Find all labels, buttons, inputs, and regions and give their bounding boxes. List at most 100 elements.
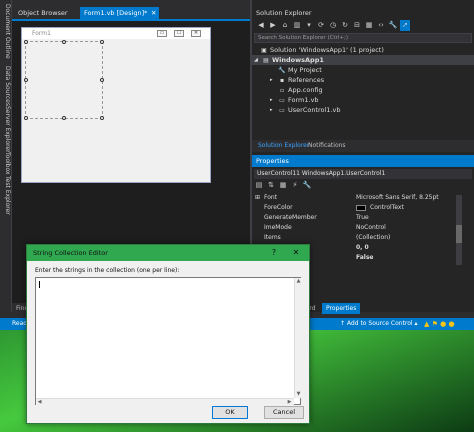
solution-explorer-title: Solution Explorer [256,9,312,17]
tree-item-label: WindowsApp1 [272,56,324,64]
back-icon[interactable]: ◀ [256,20,266,31]
resize-handle-top[interactable] [62,40,66,44]
solution-tree-item[interactable]: ◢ ▤ WindowsApp1 [252,55,474,65]
preview-icon[interactable]: ➚ [400,20,410,31]
solution-tree-item[interactable]: ▸ ▭ UserControl1.vb [252,105,474,115]
solution-explorer-toolbar: ◀ ▶ ⌂ ▥ ▾ ⟳ ◷ ↻ ⊟ ▦ ‹› 🔧 ➚ [252,20,474,32]
property-row[interactable]: Items (Collection) [252,233,474,243]
resize-handle-right[interactable] [100,78,104,82]
pending-changes-icon[interactable]: ▾ [304,20,314,31]
property-row[interactable]: ⊞ Font Microsoft Sans Serif, 8.25pt [252,193,474,203]
property-value[interactable]: 0, 0 [356,243,369,253]
close-icon[interactable]: ✕ [191,30,201,37]
property-name: GenerateMember [264,214,317,221]
property-row[interactable]: ImeMode NoControl [252,223,474,233]
cancel-button[interactable]: Cancel [264,406,304,419]
properties-wrench-icon[interactable]: 🔧 [388,20,398,31]
forward-icon[interactable]: ▶ [268,20,278,31]
properties-title: Properties [252,155,474,167]
property-name: ForeColor [264,204,293,211]
show-all-files-icon[interactable]: ▦ [364,20,374,31]
expand-arrow-icon[interactable]: ▸ [270,105,273,115]
property-row[interactable]: GenerateMember True [252,213,474,223]
history-icon[interactable]: ◷ [328,20,338,31]
tab-close-icon[interactable]: ✕ [148,7,160,19]
expand-arrow-icon[interactable]: ▸ [270,95,273,105]
tree-item-label: UserControl1.vb [288,106,341,114]
solution-tree-item[interactable]: ▸ ▭ Form1.vb [252,95,474,105]
solution-tree-item[interactable]: 🔧 My Project [252,65,474,75]
solution-tree-item[interactable]: ▸ ▪ References [252,75,474,85]
resize-handle-bottom[interactable] [62,116,66,120]
tree-item-label: References [288,76,325,84]
expand-arrow-icon[interactable]: ▸ [270,75,273,85]
solution-tree-item[interactable]: ▫ App.config [252,85,474,95]
resize-handle-top-right[interactable] [100,40,104,44]
side-tab-server-explorer[interactable]: Server Explorer [1,106,11,153]
property-value[interactable]: ControlText [370,203,404,213]
text-caret [39,281,40,288]
collapse-all-icon[interactable]: ⊟ [352,20,362,31]
tab-object-browser[interactable]: Object Browser [14,7,72,19]
properties-scrollbar-thumb[interactable] [456,225,462,243]
maximize-icon[interactable]: ☐ [174,30,184,37]
refresh-icon[interactable]: ↻ [340,20,350,31]
side-tab-data-sources[interactable]: Data Sources [1,66,11,106]
properties-object-selector[interactable]: UserControl11 WindowsApp1.UserControl1 [254,169,472,179]
property-value[interactable]: (Collection) [356,233,390,243]
dialog-instructions: Enter the strings in the collection (one… [35,267,180,274]
tab-notifications[interactable]: Notifications [304,140,350,151]
properties-toolbar: ▤ ⇅ ▦ ⚡ 🔧 [254,180,472,191]
resize-handle-top-left[interactable] [24,40,28,44]
status-icons[interactable]: ▲ ⚑ ● ● [424,318,455,330]
property-name: Font [264,194,278,201]
scroll-right-icon[interactable]: ▶ [286,399,293,406]
side-tool-tabs: Document Outline Data Sources Server Exp… [0,0,12,312]
add-to-source-control-button[interactable]: ↑ Add to Source Control ▴ [340,318,418,330]
form1-preview[interactable]: Form1 ▭ ☐ ✕ [21,27,211,183]
textarea-horizontal-scrollbar[interactable]: ◀ ▶ [36,398,294,405]
side-tab-document-outline[interactable]: Document Outline [1,4,11,59]
scroll-down-icon[interactable]: ▼ [295,391,302,398]
home-icon[interactable]: ⌂ [280,20,290,31]
resize-handle-bottom-left[interactable] [24,116,28,120]
alphabetical-icon[interactable]: ⇅ [266,180,276,191]
solution-tree-item[interactable]: ▣ Solution 'WindowsApp1' (1 project) [252,45,474,55]
minimize-icon[interactable]: ▭ [157,30,167,37]
view-code-icon[interactable]: ‹› [376,20,386,31]
side-tab-toolbox[interactable]: Toolbox [1,152,11,175]
dialog-close-icon[interactable]: ✕ [289,245,303,261]
help-icon[interactable]: ? [267,245,281,261]
textarea-vertical-scrollbar[interactable]: ▲ ▼ [294,278,301,398]
side-tab-test-explorer[interactable]: Test Explorer [1,176,11,215]
switch-views-icon[interactable]: ▥ [292,20,302,31]
tab-properties[interactable]: Properties [322,303,361,314]
string-collection-editor-dialog: String Collection Editor ? ✕ Enter the s… [26,244,310,424]
sync-icon[interactable]: ⟳ [316,20,326,31]
document-tabs: Object Browser Form1.vb [Design]* ✕ [12,7,250,19]
user-control-selection[interactable] [24,40,104,120]
resize-handle-bottom-right[interactable] [100,116,104,120]
strings-textarea[interactable]: ▲ ▼ ◀ ▶ [35,277,301,405]
tree-item-label: Solution 'WindowsApp1' (1 project) [270,46,384,54]
solution-search-input[interactable]: Search Solution Explorer (Ctrl+;) [254,33,472,43]
tab-form1-design[interactable]: Form1.vb [Design]* [80,7,152,19]
property-value[interactable]: True [356,213,369,223]
solution-explorer-tabs: Solution Explorer Notifications [252,140,474,151]
property-pages-icon[interactable]: 🔧 [302,180,312,191]
tree-item-icon: ▭ [279,107,285,114]
scroll-up-icon[interactable]: ▲ [295,278,302,285]
property-value[interactable]: False [356,253,374,263]
categorized-icon[interactable]: ▤ [254,180,264,191]
ok-button[interactable]: OK [212,406,248,419]
property-row[interactable]: ForeColor ControlText [252,203,474,213]
tree-item-label: My Project [288,66,322,74]
properties-icon[interactable]: ▦ [278,180,288,191]
expand-arrow-icon[interactable]: ◢ [254,55,258,65]
scroll-left-icon[interactable]: ◀ [36,399,43,406]
property-value[interactable]: Microsoft Sans Serif, 8.25pt [356,193,439,203]
resize-handle-left[interactable] [24,78,28,82]
expand-property-icon[interactable]: ⊞ [255,193,260,203]
events-icon[interactable]: ⚡ [290,180,300,191]
property-value[interactable]: NoControl [356,223,386,233]
